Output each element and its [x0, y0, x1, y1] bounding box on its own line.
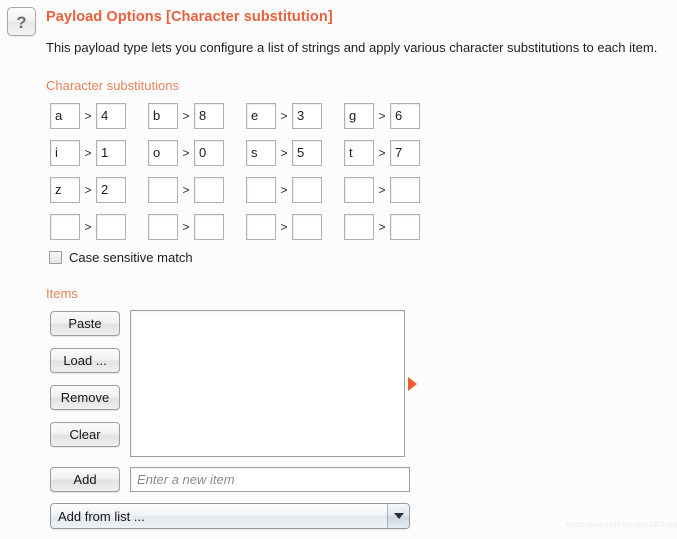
substitution-pair: s > 5: [246, 140, 344, 166]
substitution-arrow-icon: >: [378, 183, 386, 197]
substitution-to-input[interactable]: [292, 177, 322, 203]
substitution-from-input[interactable]: g: [344, 103, 374, 129]
case-sensitive-match-row[interactable]: Case sensitive match: [49, 250, 193, 265]
substitution-arrow-icon: >: [182, 183, 190, 197]
substitution-from-input[interactable]: t: [344, 140, 374, 166]
substitution-row: z > 2 > > >: [50, 177, 442, 214]
case-sensitive-match-checkbox[interactable]: [49, 251, 62, 264]
substitution-pair: >: [50, 214, 148, 240]
paste-button[interactable]: Paste: [50, 311, 120, 336]
substitution-from-input[interactable]: [246, 214, 276, 240]
substitution-pair: g > 6: [344, 103, 442, 129]
substitution-arrow-icon: >: [182, 109, 190, 123]
substitution-from-input[interactable]: [344, 177, 374, 203]
substitution-to-input[interactable]: 6: [390, 103, 420, 129]
substitution-to-input[interactable]: 7: [390, 140, 420, 166]
page-description: This payload type lets you configure a l…: [46, 40, 658, 55]
substitution-arrow-icon: >: [378, 220, 386, 234]
substitution-from-input[interactable]: i: [50, 140, 80, 166]
substitution-to-input[interactable]: [390, 177, 420, 203]
question-mark-icon[interactable]: ?: [7, 7, 36, 36]
substitution-pair: e > 3: [246, 103, 344, 129]
substitution-pair: t > 7: [344, 140, 442, 166]
substitution-from-input[interactable]: [148, 177, 178, 203]
substitution-pair: >: [344, 214, 442, 240]
items-list-textarea[interactable]: [130, 310, 405, 457]
substitution-to-input[interactable]: 1: [96, 140, 126, 166]
substitution-arrow-icon: >: [280, 146, 288, 160]
load-button[interactable]: Load ...: [50, 348, 120, 373]
substitution-arrow-icon: >: [84, 146, 92, 160]
add-from-list-dropdown-button[interactable]: [387, 504, 409, 528]
case-sensitive-match-label: Case sensitive match: [69, 250, 193, 265]
substitution-from-input[interactable]: a: [50, 103, 80, 129]
substitution-pair: b > 8: [148, 103, 246, 129]
substitution-pair: o > 0: [148, 140, 246, 166]
section-label-character-substitutions: Character substitutions: [46, 78, 179, 93]
substitution-from-input[interactable]: o: [148, 140, 178, 166]
character-substitution-grid: a > 4 b > 8 e > 3 g > 6 i > 1 o > 0 s > …: [50, 103, 442, 251]
substitution-arrow-icon: >: [378, 109, 386, 123]
add-from-list-select[interactable]: Add from list ...: [50, 503, 410, 529]
page-title: Payload Options [Character substitution]: [46, 9, 333, 25]
substitution-to-input[interactable]: [194, 214, 224, 240]
substitution-to-input[interactable]: [194, 177, 224, 203]
substitution-row: > > > >: [50, 214, 442, 251]
substitution-arrow-icon: >: [280, 220, 288, 234]
substitution-from-input[interactable]: b: [148, 103, 178, 129]
substitution-from-input[interactable]: z: [50, 177, 80, 203]
substitution-to-input[interactable]: [292, 214, 322, 240]
substitution-to-input[interactable]: 5: [292, 140, 322, 166]
chevron-down-icon: [393, 513, 404, 519]
substitution-pair: a > 4: [50, 103, 148, 129]
section-label-items: Items: [46, 286, 78, 301]
substitution-arrow-icon: >: [280, 109, 288, 123]
substitution-from-input[interactable]: [246, 177, 276, 203]
substitution-to-input[interactable]: 3: [292, 103, 322, 129]
payload-options-panel: ? Payload Options [Character substitutio…: [0, 0, 677, 539]
substitution-arrow-icon: >: [280, 183, 288, 197]
substitution-arrow-icon: >: [84, 109, 92, 123]
substitution-to-input[interactable]: 2: [96, 177, 126, 203]
substitution-pair: >: [246, 177, 344, 203]
orange-right-triangle-icon: [408, 377, 417, 391]
substitution-pair: i > 1: [50, 140, 148, 166]
substitution-to-input[interactable]: [390, 214, 420, 240]
substitution-to-input[interactable]: 4: [96, 103, 126, 129]
substitution-row: a > 4 b > 8 e > 3 g > 6: [50, 103, 442, 140]
substitution-from-input[interactable]: [148, 214, 178, 240]
substitution-to-input[interactable]: 8: [194, 103, 224, 129]
substitution-from-input[interactable]: [50, 214, 80, 240]
substitution-pair: >: [148, 214, 246, 240]
substitution-to-input[interactable]: 0: [194, 140, 224, 166]
substitution-from-input[interactable]: [344, 214, 374, 240]
substitution-pair: >: [344, 177, 442, 203]
substitution-pair: >: [246, 214, 344, 240]
substitution-pair: >: [148, 177, 246, 203]
substitution-arrow-icon: >: [182, 220, 190, 234]
substitution-arrow-icon: >: [84, 220, 92, 234]
substitution-row: i > 1 o > 0 s > 5 t > 7: [50, 140, 442, 177]
clear-button[interactable]: Clear: [50, 422, 120, 447]
substitution-arrow-icon: >: [182, 146, 190, 160]
substitution-from-input[interactable]: e: [246, 103, 276, 129]
add-from-list-selected-value: Add from list ...: [58, 508, 145, 524]
add-button[interactable]: Add: [50, 467, 120, 492]
substitution-to-input[interactable]: [96, 214, 126, 240]
remove-button[interactable]: Remove: [50, 385, 120, 410]
substitution-arrow-icon: >: [84, 183, 92, 197]
new-item-input[interactable]: Enter a new item: [130, 467, 410, 492]
substitution-arrow-icon: >: [378, 146, 386, 160]
watermark-text: https://blog.csdn.net/abj1337149335: [566, 522, 677, 529]
substitution-from-input[interactable]: s: [246, 140, 276, 166]
substitution-pair: z > 2: [50, 177, 148, 203]
